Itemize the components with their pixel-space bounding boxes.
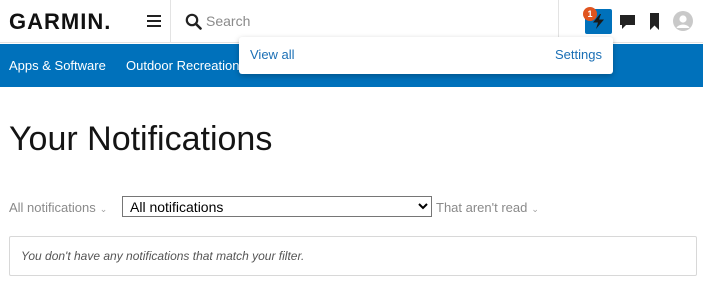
search-input[interactable] [206, 8, 551, 34]
page-title: Your Notifications [9, 120, 273, 158]
nav-item-outdoor-recreation[interactable]: Outdoor Recreation [126, 58, 239, 73]
menu-icon[interactable] [147, 15, 161, 27]
user-avatar-icon[interactable] [673, 11, 693, 31]
chevron-down-icon: ⌄ [99, 204, 108, 214]
settings-link[interactable]: Settings [555, 47, 602, 62]
notification-filter: All notifications ⌄ All notifications Tha… [9, 196, 699, 218]
garmin-logo[interactable]: GARMIN. [9, 9, 111, 35]
empty-message: You don't have any notifications that ma… [21, 249, 305, 263]
chat-bubble-icon[interactable] [619, 14, 636, 30]
alerts-dropdown: View all Settings [239, 37, 613, 74]
all-notifications-filter[interactable]: All notifications ⌄ [9, 200, 107, 215]
empty-notifications-box: You don't have any notifications that ma… [9, 236, 697, 276]
bookmark-icon[interactable] [649, 12, 660, 31]
nav-item-apps-software[interactable]: Apps & Software [9, 58, 106, 73]
unread-filter[interactable]: That aren't read ⌄ [436, 200, 539, 215]
header-divider [170, 0, 171, 43]
all-notifications-label: All notifications [9, 200, 96, 215]
unread-filter-label: That aren't read [436, 200, 528, 215]
search-icon [185, 13, 202, 30]
chevron-down-icon: ⌄ [531, 204, 539, 214]
alerts-badge: 1 [583, 7, 597, 21]
notification-type-select[interactable]: All notifications [122, 196, 432, 217]
view-all-link[interactable]: View all [250, 47, 295, 62]
